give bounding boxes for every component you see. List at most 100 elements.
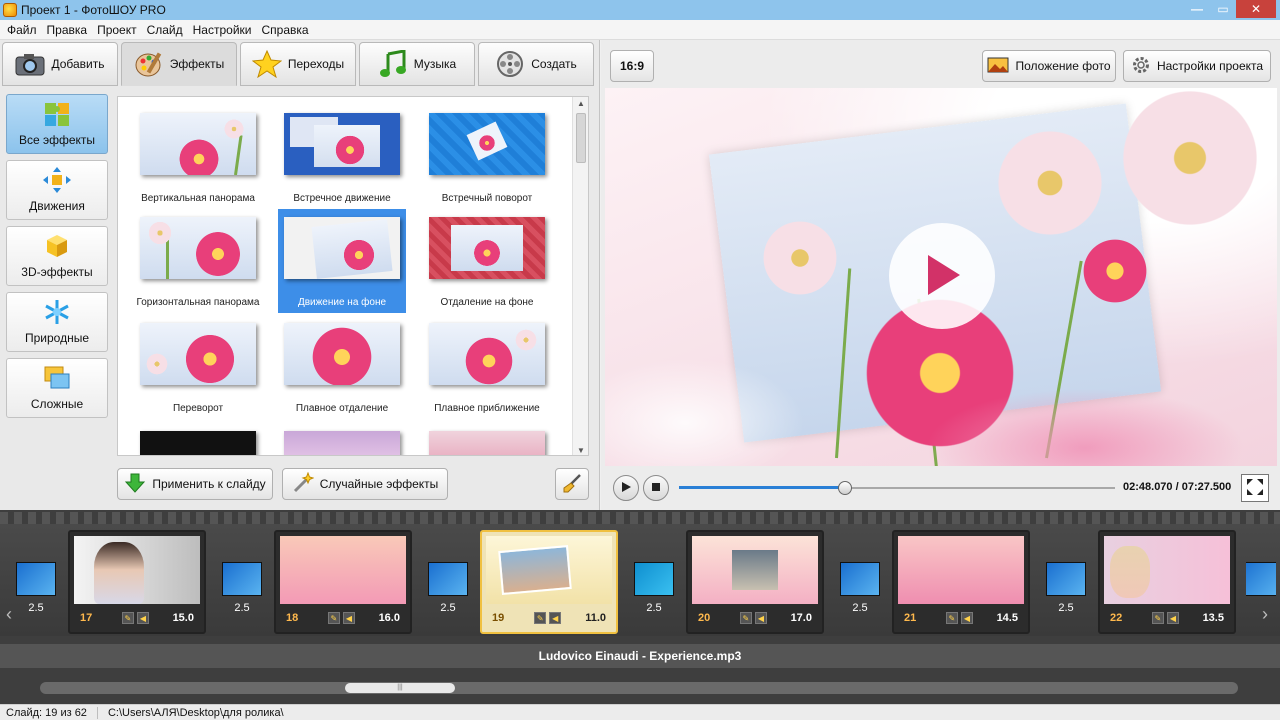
scroll-up-icon[interactable]: ▲ xyxy=(577,99,585,108)
play-small-icon xyxy=(620,481,632,496)
category-3d-effects[interactable]: 3D-эффекты xyxy=(6,226,108,286)
transition-thumb[interactable] xyxy=(1246,562,1276,620)
preview-panel: 16:9 Положение фото Настройки проекта 02… xyxy=(601,40,1280,510)
pencil-icon[interactable]: ✎ xyxy=(121,612,134,624)
transition-thumb[interactable]: 2.5 xyxy=(1044,562,1088,620)
effect-zoom-out-on-background[interactable]: Отдаление на фоне xyxy=(423,209,551,313)
minimize-button[interactable]: — xyxy=(1184,0,1210,18)
effect-partial-3[interactable] xyxy=(423,423,551,455)
pencil-icon[interactable]: ✎ xyxy=(945,612,958,624)
speaker-icon[interactable]: ◀ xyxy=(754,612,767,624)
pencil-icon[interactable]: ✎ xyxy=(739,612,752,624)
pencil-icon[interactable]: ✎ xyxy=(1151,612,1164,624)
close-button[interactable]: ✕ xyxy=(1236,0,1276,18)
project-path: C:\Users\АЛЯ\Desktop\для ролика\ xyxy=(107,706,284,719)
scroll-down-icon[interactable]: ▼ xyxy=(577,446,585,455)
transition-duration: 2.5 xyxy=(1058,602,1074,614)
menu-edit[interactable]: Правка xyxy=(42,23,93,37)
transition-thumb[interactable]: 2.5 xyxy=(426,562,470,620)
slide-19[interactable]: 19 ✎ ◀ 11.0 xyxy=(480,530,618,634)
menu-file[interactable]: Файл xyxy=(2,23,42,37)
slide-18[interactable]: 18 ✎ ◀ 16.0 xyxy=(274,530,412,634)
slide-22[interactable]: 22 ✎ ◀ 13.5 xyxy=(1098,530,1236,634)
effect-vertical-panorama[interactable]: Вертикальная панорама xyxy=(134,105,262,209)
category-movements[interactable]: Движения xyxy=(6,160,108,220)
tab-transitions[interactable]: Переходы xyxy=(240,42,356,86)
speaker-icon[interactable]: ◀ xyxy=(1166,612,1179,624)
project-settings-button[interactable]: Настройки проекта xyxy=(1123,50,1271,82)
slide-21[interactable]: 21 ✎ ◀ 14.5 xyxy=(892,530,1030,634)
slide-20[interactable]: 20 ✎ ◀ 17.0 xyxy=(686,530,824,634)
stop-button[interactable] xyxy=(643,475,669,501)
tab-create-label: Создать xyxy=(531,57,577,71)
slide-duration: 16.0 xyxy=(378,612,400,624)
effect-partial-2[interactable] xyxy=(278,423,406,455)
effect-smooth-zoom-out[interactable]: Плавное отдаление xyxy=(278,315,406,419)
pencil-icon[interactable]: ✎ xyxy=(327,612,340,624)
playback-knob[interactable] xyxy=(837,481,852,495)
preview-canvas[interactable] xyxy=(605,88,1277,466)
random-effects-label: Случайные эффекты xyxy=(319,477,439,491)
play-overlay-button[interactable] xyxy=(889,223,995,329)
effect-counter-rotation[interactable]: Встречный поворот xyxy=(423,105,551,209)
tab-add[interactable]: Добавить xyxy=(2,42,118,86)
transition-thumb[interactable]: 2.5 xyxy=(14,562,58,620)
arrow-down-green-icon xyxy=(124,472,146,497)
random-effects-button[interactable]: Случайные эффекты xyxy=(282,468,448,500)
category-complex[interactable]: Сложные xyxy=(6,358,108,418)
scrollbar-thumb[interactable] xyxy=(576,113,586,163)
transition-thumb[interactable]: 2.5 xyxy=(220,562,264,620)
effect-label: Отдаление на фоне xyxy=(440,297,534,308)
transition-preview xyxy=(428,562,468,596)
status-divider xyxy=(96,706,98,719)
maximize-button[interactable]: ▭ xyxy=(1210,0,1236,18)
speaker-icon[interactable]: ◀ xyxy=(136,612,149,624)
speaker-icon[interactable]: ◀ xyxy=(549,612,562,624)
play-button[interactable] xyxy=(613,475,639,501)
timeline-scrollbar-thumb[interactable]: ||| xyxy=(345,683,455,693)
slide-17[interactable]: 17 ✎ ◀ 15.0 xyxy=(68,530,206,634)
tab-music[interactable]: Музыка xyxy=(359,42,475,86)
menu-slide[interactable]: Слайд xyxy=(142,23,188,37)
transition-preview xyxy=(1046,562,1086,596)
stop-icon xyxy=(651,481,661,495)
effect-counter-motion[interactable]: Встречное движение xyxy=(278,105,406,209)
slide-duration: 17.0 xyxy=(790,612,812,624)
transition-preview xyxy=(634,562,674,596)
tab-create[interactable]: Создать xyxy=(478,42,594,86)
effect-smooth-zoom-in[interactable]: Плавное приближение xyxy=(423,315,551,419)
menu-help[interactable]: Справка xyxy=(256,23,313,37)
timeline-scrollbar[interactable]: ||| xyxy=(40,682,1238,694)
tab-effects[interactable]: Эффекты xyxy=(121,42,237,86)
chevron-left-icon[interactable]: ‹ xyxy=(6,604,12,625)
gear-icon xyxy=(1131,55,1151,78)
effects-scrollbar[interactable]: ▲ ▼ xyxy=(572,97,588,455)
effect-flip[interactable]: Переворот xyxy=(134,315,262,419)
clear-effect-button[interactable] xyxy=(555,468,589,500)
play-icon xyxy=(922,253,962,300)
effect-thumbnail xyxy=(140,217,256,279)
audio-track[interactable]: Ludovico Einaudi - Experience.mp3 xyxy=(0,644,1280,668)
playback-track[interactable] xyxy=(679,481,1115,495)
transition-thumb[interactable]: 2.5 xyxy=(838,562,882,620)
transition-thumb[interactable]: 2.5 xyxy=(632,562,676,620)
photo-position-label: Положение фото xyxy=(1015,59,1111,73)
effect-label: Переворот xyxy=(172,403,224,414)
effect-background-motion[interactable]: Движение на фоне xyxy=(278,209,406,313)
fullscreen-button[interactable] xyxy=(1241,474,1269,502)
menu-project[interactable]: Проект xyxy=(92,23,142,37)
photo-position-button[interactable]: Положение фото xyxy=(982,50,1116,82)
effect-horizontal-panorama[interactable]: Горизонтальная панорама xyxy=(134,209,262,313)
pencil-icon[interactable]: ✎ xyxy=(534,612,547,624)
effect-partial-1[interactable] xyxy=(134,423,262,455)
status-bar: Слайд: 19 из 62 C:\Users\АЛЯ\Desktop\для… xyxy=(0,704,1280,720)
aspect-ratio-button[interactable]: 16:9 xyxy=(610,50,654,82)
menu-settings[interactable]: Настройки xyxy=(188,23,257,37)
category-all-effects[interactable]: Все эффекты xyxy=(6,94,108,154)
speaker-icon[interactable]: ◀ xyxy=(960,612,973,624)
film-strip-perforation xyxy=(0,512,1280,524)
category-nature[interactable]: Природные xyxy=(6,292,108,352)
speaker-icon[interactable]: ◀ xyxy=(342,612,355,624)
apply-to-slide-button[interactable]: Применить к слайду xyxy=(117,468,273,500)
effect-label: Горизонтальная панорама xyxy=(136,297,260,308)
